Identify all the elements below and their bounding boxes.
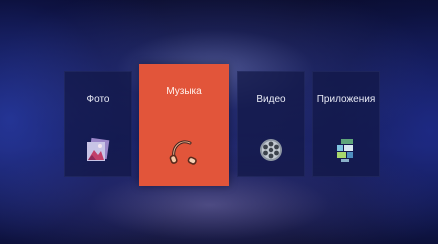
menu-tile-apps-label: Приложения <box>316 94 376 105</box>
headphones-icon <box>166 134 202 170</box>
media-home-screen: Фото Музыка Видео Приложения <box>0 0 438 244</box>
menu-tile-music-label: Музыка <box>166 86 202 97</box>
menu-tile-photo-label: Фото <box>86 94 110 105</box>
apps-icon <box>331 135 361 165</box>
menu-tile-video-label: Видео <box>256 94 286 105</box>
menu-tile-video[interactable]: Видео <box>237 71 305 177</box>
menu-tile-apps[interactable]: Приложения <box>312 71 380 177</box>
menu-tile-photo[interactable]: Фото <box>64 71 132 177</box>
menu-tile-music[interactable]: Музыка <box>139 64 229 186</box>
photo-icon <box>83 135 113 165</box>
film-reel-icon <box>256 135 286 165</box>
